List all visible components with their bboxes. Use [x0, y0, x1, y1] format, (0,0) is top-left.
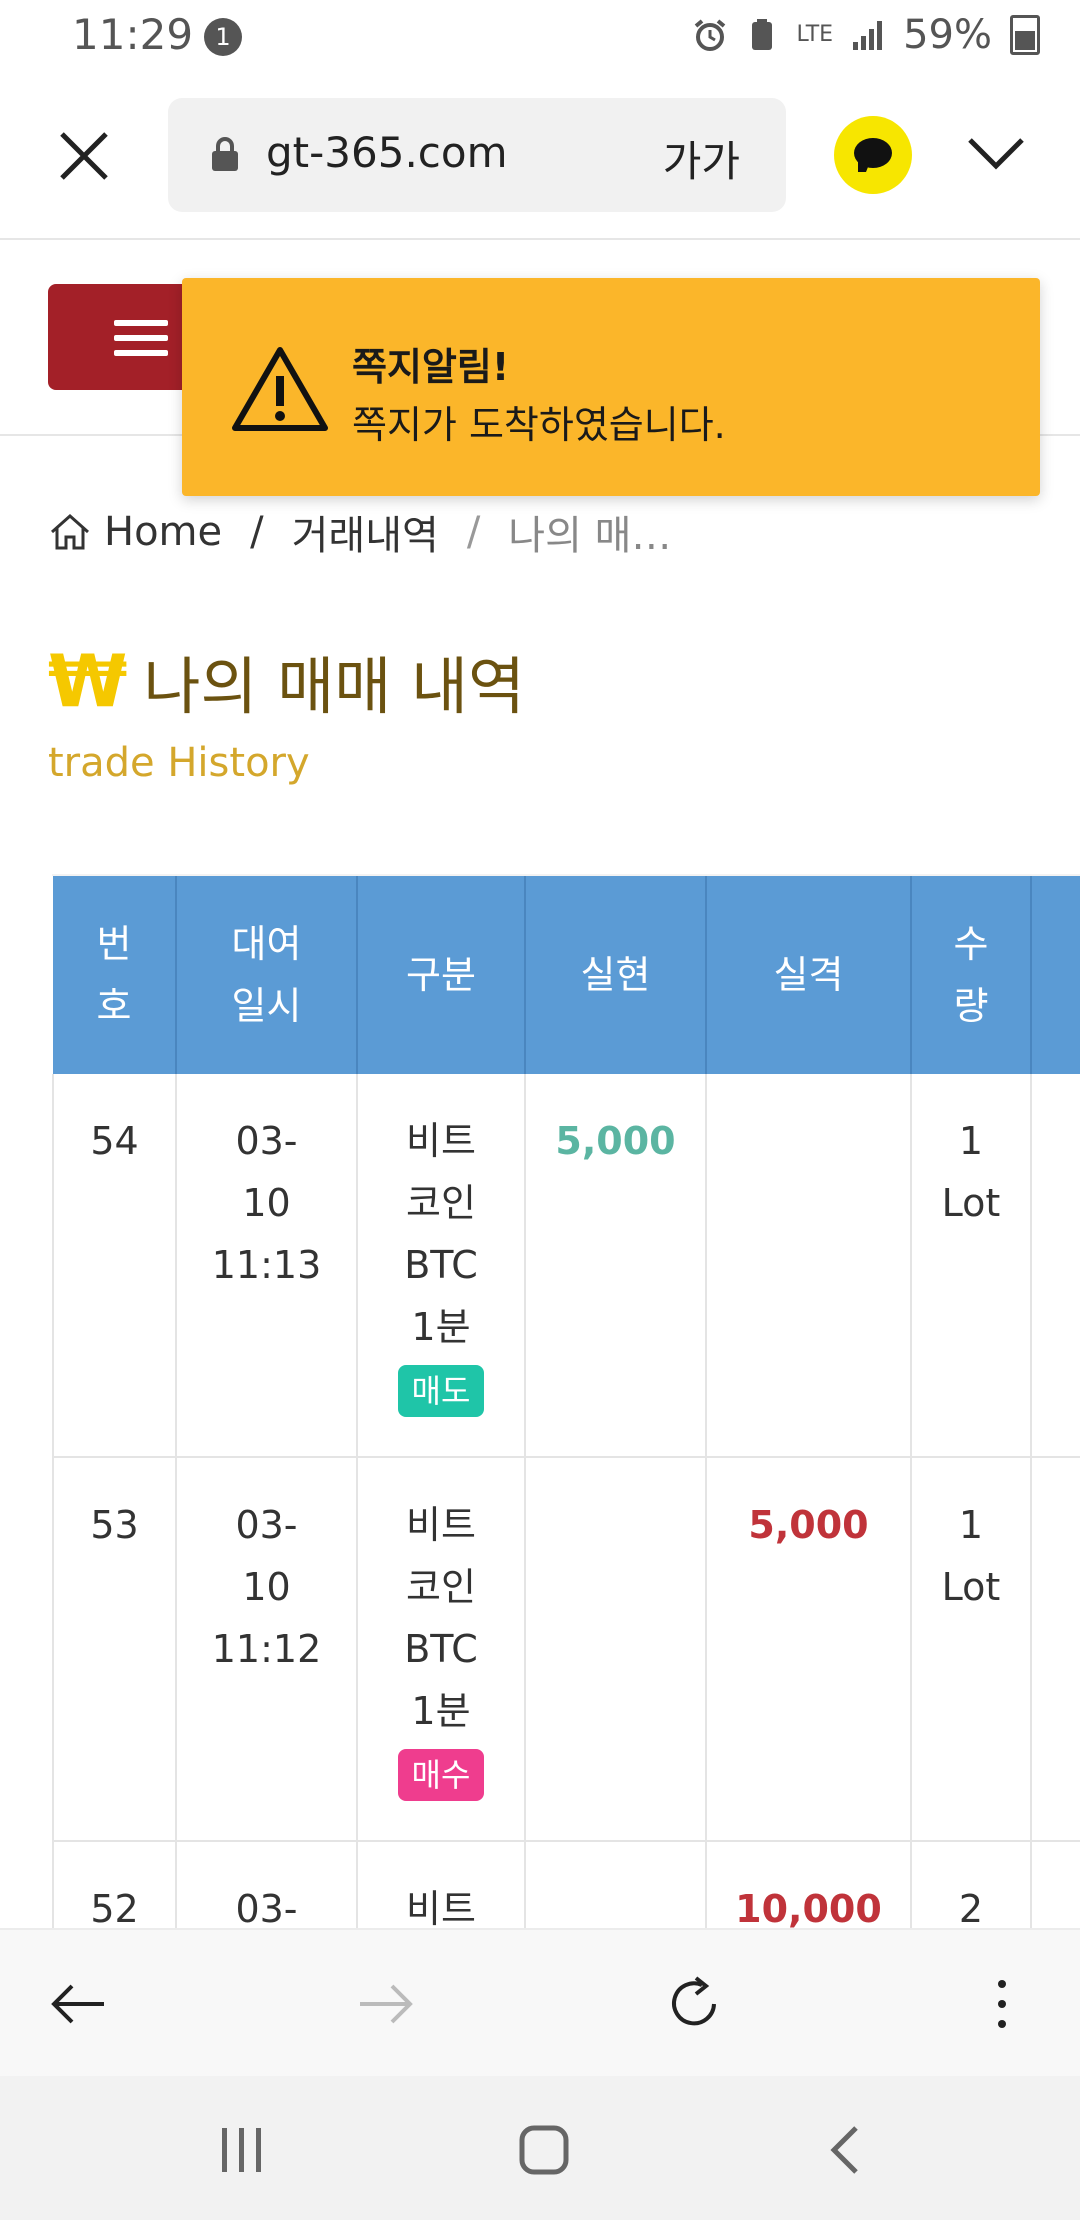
cell-extra	[1031, 1074, 1080, 1458]
cell-type: 비트	[357, 1841, 526, 1930]
cell-qty: 2	[911, 1841, 1032, 1930]
table-header-row: 번 호 대여 일시 구분 실현 실격 수 량	[53, 876, 1080, 1074]
forward-arrow-icon[interactable]	[354, 1972, 418, 2036]
back-arrow-icon[interactable]	[46, 1972, 110, 2036]
close-icon[interactable]	[54, 126, 114, 186]
warning-icon	[232, 347, 328, 431]
table-row: 52 03- 비트 10,000 2	[52, 1841, 1080, 1930]
chat-icon[interactable]	[834, 116, 912, 194]
url-field[interactable]: gt-365.com 가가	[168, 98, 786, 212]
signal-icon	[853, 21, 883, 50]
text-size-button[interactable]: 가가	[663, 128, 740, 189]
recycle-battery-icon	[751, 19, 772, 50]
browser-address-bar: gt-365.com 가가	[0, 72, 1080, 240]
cell-no: 52	[52, 1841, 177, 1930]
breadcrumb-separator: /	[250, 509, 264, 555]
status-icons: LTE 59%	[693, 12, 1040, 58]
col-header-realized: 실현	[525, 876, 707, 1074]
cell-extra	[1031, 1457, 1080, 1842]
table-row: 53 03- 10 11:12 비트 코인 BTC 1분 매수 5,000 1 L…	[52, 1457, 1080, 1842]
page-title-text: 나의 매매 내역	[143, 650, 526, 723]
won-icon: ₩	[48, 639, 128, 723]
battery-icon	[1010, 15, 1040, 55]
alarm-icon	[694, 19, 725, 51]
url-text: gt-365.com	[266, 128, 508, 177]
cell-extra	[1031, 1841, 1080, 1930]
battery-percent: 59%	[903, 12, 992, 58]
breadcrumb: Home / 거래내역 / 나의 매…	[48, 500, 671, 564]
page-title: ₩ 나의 매매 내역	[48, 636, 525, 726]
table-row: 54 03- 10 11:13 비트 코인 BTC 1분 매도 5,000 1 L…	[52, 1074, 1080, 1458]
breadcrumb-home-link[interactable]: Home	[104, 509, 222, 555]
cell-realized: 5,000	[525, 1074, 707, 1458]
chevron-down-icon[interactable]	[966, 134, 1026, 174]
message-toast[interactable]: 쪽지알림! 쪽지가 도착하였습니다.	[182, 278, 1040, 496]
cell-lost: 10,000	[706, 1841, 912, 1930]
back-button-icon[interactable]	[820, 2122, 876, 2178]
col-header-type: 구분	[357, 876, 526, 1074]
col-header-date: 대여 일시	[176, 876, 358, 1074]
breadcrumb-separator: /	[466, 509, 481, 555]
breadcrumb-current: 나의 매…	[508, 513, 672, 559]
cell-date: 03-	[176, 1841, 358, 1930]
status-bar: 11:29 1 LTE 59%	[0, 0, 1080, 72]
browser-bottom-toolbar	[0, 1928, 1080, 2078]
network-type: LTE	[796, 22, 834, 47]
page-subtitle: trade History	[48, 740, 310, 786]
kebab-menu-icon[interactable]	[970, 1972, 1034, 2036]
home-icon[interactable]	[48, 510, 92, 554]
breadcrumb-section-link[interactable]: 거래내역	[292, 503, 439, 561]
trade-history-table-container[interactable]: 번 호 대여 일시 구분 실현 실격 수 량 54 03- 10 11:13 비…	[52, 874, 1080, 1930]
cell-qty: 1 Lot	[911, 1074, 1032, 1458]
sell-badge: 매도	[397, 1365, 485, 1417]
trade-history-table: 번 호 대여 일시 구분 실현 실격 수 량 54 03- 10 11:13 비…	[52, 876, 1080, 1930]
col-header-lost: 실격	[706, 876, 912, 1074]
cell-no: 53	[52, 1457, 177, 1842]
notification-count-badge: 1	[204, 18, 242, 56]
col-header-no: 번 호	[53, 876, 177, 1074]
reload-icon[interactable]	[662, 1972, 726, 2036]
col-header-qty: 수 량	[911, 876, 1032, 1074]
buy-badge: 매수	[397, 1749, 485, 1801]
cell-type: 비트 코인 BTC 1분 매수	[357, 1457, 526, 1842]
cell-realized	[525, 1841, 707, 1930]
cell-no: 54	[52, 1074, 177, 1458]
toast-message: 쪽지가 도착하였습니다.	[352, 403, 726, 447]
cell-date: 03- 10 11:12	[176, 1457, 358, 1842]
cell-realized	[525, 1457, 707, 1842]
cell-type: 비트 코인 BTC 1분 매도	[357, 1074, 526, 1458]
cell-qty: 1 Lot	[911, 1457, 1032, 1842]
lock-icon	[212, 137, 238, 171]
hamburger-icon	[114, 320, 168, 356]
toast-title: 쪽지알림!	[352, 345, 510, 389]
system-navigation-bar	[0, 2076, 1080, 2220]
status-time: 11:29	[72, 10, 194, 59]
cell-lost	[706, 1074, 912, 1458]
home-button-icon[interactable]	[516, 2122, 572, 2178]
recent-apps-icon[interactable]	[214, 2122, 270, 2178]
col-header-extra	[1031, 876, 1080, 1074]
cell-date: 03- 10 11:13	[176, 1074, 358, 1458]
cell-lost: 5,000	[706, 1457, 912, 1842]
